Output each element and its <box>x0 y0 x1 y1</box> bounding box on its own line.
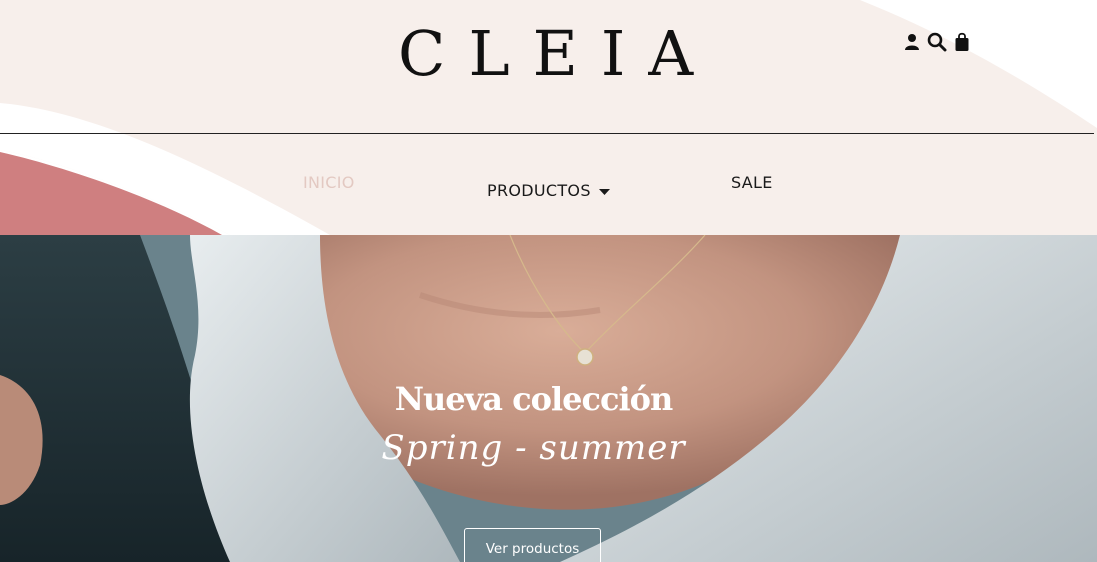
nav-item-productos[interactable]: PRODUCTOS <box>487 181 610 200</box>
view-products-button[interactable]: Ver productos <box>464 528 601 562</box>
header-divider <box>0 133 1094 134</box>
caret-down-icon <box>598 181 610 200</box>
site-header: CLEIA INICIO PRODUCTOS SALE <box>0 0 1097 235</box>
logo-text: CLEIA <box>398 17 717 90</box>
user-icon[interactable] <box>904 33 920 56</box>
nav-item-productos-label: PRODUCTOS <box>487 181 591 200</box>
header-actions <box>904 32 970 57</box>
nav-item-inicio[interactable]: INICIO <box>303 173 355 192</box>
brand-logo[interactable]: CLEIA <box>398 22 693 86</box>
hero-subtitle: Spring - summer <box>381 428 686 468</box>
nav-item-sale[interactable]: SALE <box>731 173 773 192</box>
search-icon[interactable] <box>927 32 947 57</box>
hero-title: Nueva colección <box>394 380 673 418</box>
hero-banner: Nueva colección Spring - summer Ver prod… <box>0 235 1097 562</box>
shopping-bag-icon[interactable] <box>954 32 970 57</box>
